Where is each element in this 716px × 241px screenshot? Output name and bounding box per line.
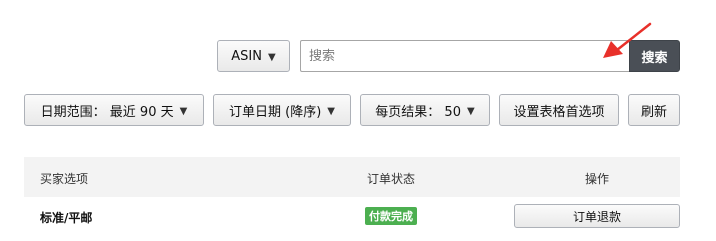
chevron-down-icon: ▼ xyxy=(179,105,188,117)
refresh-label: 刷新 xyxy=(640,104,667,120)
sort-order-label: 订单日期 (降序) xyxy=(229,104,322,120)
results-per-page-dropdown[interactable]: 每页结果： 50 ▼ xyxy=(360,94,490,126)
column-header-order-status: 订单状态 xyxy=(367,172,416,186)
chevron-down-icon: ▼ xyxy=(466,105,475,117)
refresh-button[interactable]: 刷新 xyxy=(628,94,680,126)
table-settings-button[interactable]: 设置表格首选项 xyxy=(499,94,619,126)
search-button-label: 搜索 xyxy=(641,50,668,66)
column-header-actions: 操作 xyxy=(585,172,610,186)
chevron-down-icon: ▼ xyxy=(327,105,335,117)
chevron-down-icon: ▼ xyxy=(268,51,276,63)
buyer-option-cell: 标准/平邮 xyxy=(40,211,93,225)
search-input[interactable] xyxy=(300,40,630,72)
results-per-page-label: 每页结果： 50 xyxy=(375,104,461,120)
date-range-dropdown[interactable]: 日期范围： 最近 90 天 ▼ xyxy=(24,94,204,126)
date-range-label: 日期范围： 最近 90 天 xyxy=(40,104,174,120)
table-settings-label: 设置表格首选项 xyxy=(513,104,605,120)
search-category-dropdown[interactable]: ASIN ▼ xyxy=(217,40,290,72)
table-header: 买家选项 订单状态 操作 xyxy=(24,157,680,197)
table-row: 标准/平邮 付款完成 订单退款 xyxy=(24,197,680,241)
search-category-label: ASIN xyxy=(231,48,262,64)
refund-order-button[interactable]: 订单退款 xyxy=(514,204,680,228)
refund-order-label: 订单退款 xyxy=(572,209,621,224)
search-button[interactable]: 搜索 xyxy=(629,40,680,72)
status-badge: 付款完成 xyxy=(365,207,417,225)
orders-page: ASIN ▼ 搜索 日期范围： 最近 90 天 ▼ 订单日期 (降序) ▼ 每页… xyxy=(0,0,716,241)
sort-order-dropdown[interactable]: 订单日期 (降序) ▼ xyxy=(213,94,351,126)
column-header-buyer-option: 买家选项 xyxy=(40,172,89,186)
